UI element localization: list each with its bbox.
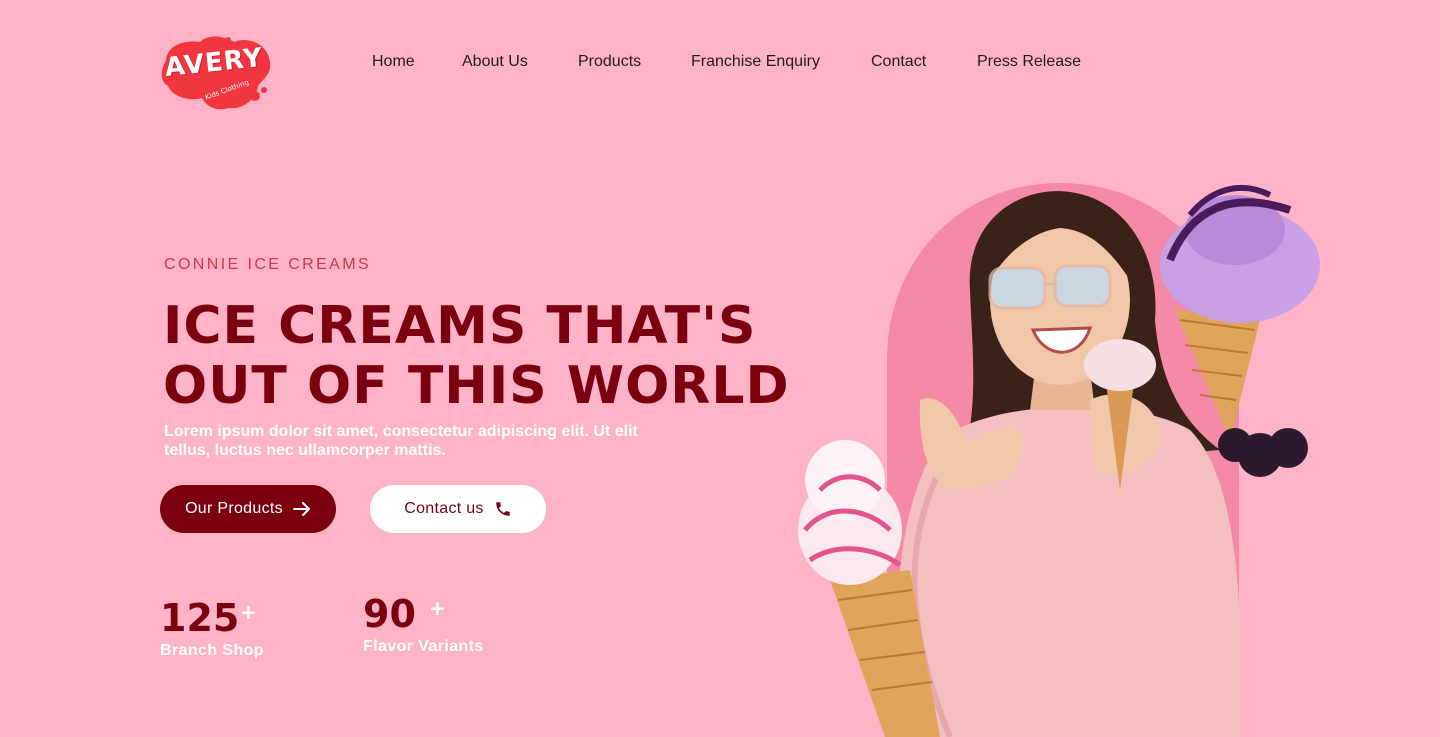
stat-suffix: + — [429, 596, 446, 620]
contact-us-label: Contact us — [404, 500, 484, 517]
nav-press-release[interactable]: Press Release — [977, 53, 1081, 71]
phone-icon — [495, 502, 510, 516]
brand-logo[interactable]: AVERY Kids Clothing — [158, 34, 272, 112]
headline-line-2: OUT OF THIS WORLD — [163, 356, 790, 416]
hero-illustration — [790, 170, 1350, 737]
stat-number: 90 — [363, 592, 416, 636]
our-products-button[interactable]: Our Products — [160, 485, 336, 533]
nav-contact[interactable]: Contact — [871, 53, 926, 71]
stat-value: 90 + — [363, 592, 446, 636]
headline-line-1: ICE CREAMS THAT'S — [163, 296, 757, 356]
nav-about-us[interactable]: About Us — [462, 53, 528, 71]
hero-lead: Lorem ipsum dolor sit amet, consectetur … — [164, 423, 638, 459]
nav-products[interactable]: Products — [578, 53, 641, 71]
stat-number: 125 — [160, 596, 240, 640]
arrow-right-icon — [292, 502, 310, 516]
hero-eyebrow: CONNIE ICE CREAMS — [164, 256, 372, 273]
stat-flavor-variants: 90 + Flavor Variants — [363, 592, 484, 656]
stat-label: Branch Shop — [160, 642, 264, 659]
contact-us-button[interactable]: Contact us — [370, 485, 546, 533]
stat-value: 125 + — [160, 596, 257, 640]
stat-suffix: + — [240, 600, 257, 624]
hero-headline: ICE CREAMS THAT'S OUT OF THIS WORLD — [163, 296, 790, 416]
stat-branch-shop: 125 + Branch Shop — [160, 596, 264, 660]
nav-franchise-enquiry[interactable]: Franchise Enquiry — [691, 53, 820, 71]
nav-home[interactable]: Home — [372, 53, 415, 71]
stat-label: Flavor Variants — [363, 638, 484, 655]
our-products-label: Our Products — [185, 500, 283, 517]
